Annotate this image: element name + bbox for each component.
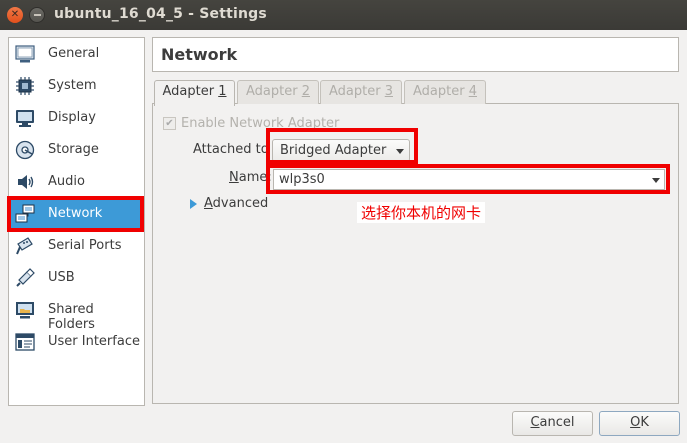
display-monitor-icon — [16, 110, 34, 127]
serial-port-icon — [16, 237, 33, 255]
cancel-button[interactable]: Cancel — [512, 411, 593, 436]
window-title: ubuntu_16_04_5 - Settings — [54, 6, 267, 22]
page-header: Network — [152, 37, 679, 72]
tab-label-key: 4 — [468, 84, 477, 99]
tab-adapter-4[interactable]: Adapter 4 — [404, 80, 486, 104]
sidebar-item-system[interactable]: System — [10, 70, 143, 102]
annotation-text: 选择你本机的网卡 — [357, 202, 486, 223]
sidebar-item-storage[interactable]: Storage — [10, 134, 143, 166]
tab-label: Adapter — [162, 84, 219, 99]
page-title: Network — [161, 45, 238, 64]
sidebar-item-shared-folders[interactable]: Shared Folders — [10, 294, 143, 332]
tab-label: Adapter — [329, 84, 385, 99]
user-interface-icon — [15, 333, 35, 351]
general-icon — [15, 45, 35, 63]
tab-adapter-3[interactable]: Adapter 3 — [320, 80, 402, 104]
sidebar-item-label: Storage — [48, 142, 99, 157]
sidebar-item-general[interactable]: General — [10, 38, 143, 70]
name-highlight-box — [266, 164, 670, 194]
sidebar-item-label: System — [48, 78, 97, 93]
tab-label-key: 2 — [301, 84, 310, 99]
tab-label-key: 3 — [384, 84, 393, 99]
cancel-rest: ancel — [539, 415, 575, 430]
ok-key: O — [630, 415, 641, 430]
sidebar-item-audio[interactable]: Audio — [10, 166, 143, 198]
tab-adapter-2[interactable]: Adapter 2 — [237, 80, 319, 104]
window-minimize-button[interactable] — [29, 7, 45, 23]
window-close-button[interactable]: ✕ — [7, 7, 23, 23]
sidebar-item-label: General — [48, 46, 100, 61]
attached-highlight-box — [266, 128, 418, 164]
sidebar-item-display[interactable]: Display — [10, 102, 143, 134]
tab-label-key: 1 — [218, 84, 227, 99]
tab-label: Adapter — [246, 84, 302, 99]
tab-label: Adapter — [413, 84, 469, 99]
sidebar-item-serial-ports[interactable]: Serial Ports — [10, 230, 143, 262]
system-chip-icon — [16, 77, 34, 95]
usb-icon — [16, 268, 35, 287]
sidebar-item-usb[interactable]: USB — [10, 262, 143, 294]
network-highlight-box — [7, 196, 144, 232]
advanced-key: A — [204, 196, 213, 211]
audio-speaker-icon — [18, 175, 34, 189]
name-label-key: N — [229, 170, 239, 185]
ok-button[interactable]: OK — [599, 411, 680, 436]
cancel-key: C — [530, 415, 540, 430]
close-icon: ✕ — [10, 9, 20, 20]
sidebar-item-label: Display — [48, 110, 96, 125]
sidebar-item-label: Audio — [48, 174, 85, 189]
storage-disk-icon — [15, 140, 35, 160]
tab-adapter-1[interactable]: Adapter 1 — [154, 80, 235, 106]
attached-to-label: Attached to — [193, 142, 269, 157]
sidebar-item-label: USB — [48, 270, 75, 285]
ok-rest: K — [640, 415, 649, 430]
sidebar-item-label: User Interface — [48, 334, 140, 349]
sidebar-item-user-interface[interactable]: User Interface — [10, 326, 143, 358]
title-bar: ✕ ubuntu_16_04_5 - Settings — [0, 0, 687, 30]
checkmark-icon: ✔ — [165, 118, 174, 129]
advanced-rest: dvanced — [212, 196, 269, 211]
shared-folder-icon — [16, 302, 34, 319]
advanced-toggle[interactable]: Advanced — [204, 196, 268, 211]
enable-adapter-checkbox[interactable]: ✔ — [163, 117, 176, 130]
sidebar-item-label: Serial Ports — [48, 238, 122, 253]
expand-arrow-icon[interactable] — [190, 199, 197, 209]
